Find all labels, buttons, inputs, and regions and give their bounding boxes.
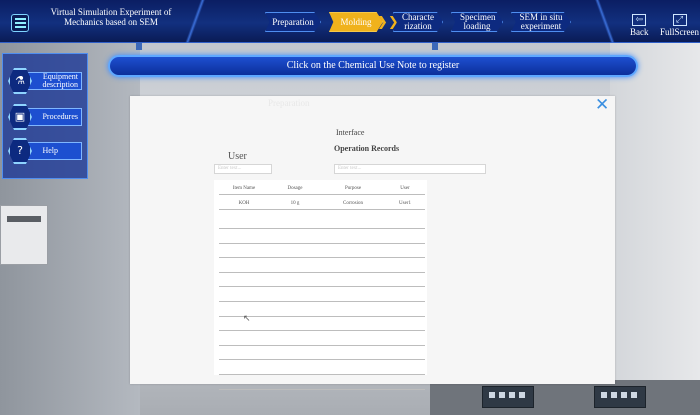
records-input[interactable]: Enter text... [334, 164, 486, 174]
lab-machine [594, 386, 646, 408]
lab-counter [430, 380, 700, 415]
lab-wall-right [610, 40, 700, 415]
back-button[interactable]: ⇦ Back [630, 14, 649, 37]
table-row [219, 333, 425, 346]
fullscreen-icon: ⤢ [672, 14, 687, 26]
column-header: Dosage [287, 185, 303, 191]
sidebar-item-procedures[interactable]: Procedures ▣ [8, 104, 82, 130]
table-row [219, 231, 425, 244]
user-label: User [228, 151, 247, 162]
top-bar: Virtual Simulation Experiment of Mechani… [0, 0, 700, 43]
table-row [219, 347, 425, 361]
column-header: Purpose [344, 185, 362, 191]
mouse-cursor-icon: ↖ [243, 314, 251, 324]
step-characterization[interactable]: Characterization [393, 12, 443, 32]
column-header: Item Name [232, 185, 256, 191]
operation-records-dialog: Preparation ✕ Interface Operation Record… [130, 96, 615, 390]
records-table: Item Name Dosage Purpose User KOH 10 g C… [214, 180, 427, 390]
table-cell: KOH [238, 200, 250, 206]
step-preparation[interactable]: Preparation [265, 12, 321, 32]
table-cell: Corrosion [343, 200, 363, 206]
table-row [219, 274, 425, 288]
user-input[interactable]: Enter text... [214, 164, 272, 174]
interface-label: Interface [336, 128, 365, 137]
table-row: KOH 10 g Corrosion User1 [219, 197, 425, 210]
table-cell: User1 [399, 200, 411, 206]
dialog-ghost-title: Preparation [268, 98, 310, 108]
app-title: Virtual Simulation Experiment of Mechani… [50, 7, 172, 27]
table-cell: 10 g [290, 200, 300, 206]
instruction-banner: Click on the Chemical Use Note to regist… [108, 55, 638, 77]
fullscreen-button[interactable]: ⤢ FullScreen [660, 14, 699, 37]
close-icon[interactable]: ✕ [595, 97, 609, 114]
table-row [219, 245, 425, 259]
sidebar-item-equipment-description[interactable]: Equipment description ⚗ [8, 68, 82, 94]
header-divider [590, 0, 620, 43]
side-panel: Equipment description ⚗ Procedures ▣ Hel… [2, 53, 88, 179]
table-row [219, 216, 425, 229]
header-divider [180, 0, 210, 43]
table-row [219, 289, 425, 302]
column-header: User [400, 185, 410, 191]
records-title: Operation Records [334, 144, 400, 153]
step-sem-in-situ[interactable]: SEM in situ experiment [511, 12, 571, 32]
table-row [219, 362, 425, 375]
step-molding[interactable]: Molding [329, 12, 383, 32]
back-icon: ⇦ [632, 14, 647, 26]
sidebar-item-help[interactable]: Help ? [8, 138, 82, 164]
table-row [219, 377, 425, 390]
wall-cabinet [0, 205, 48, 265]
lab-machine [482, 386, 534, 408]
step-specimen-loading[interactable]: Specimen loading [451, 12, 503, 32]
table-row [219, 260, 425, 273]
menu-icon[interactable] [11, 14, 29, 32]
table-header-row: Item Name Dosage Purpose User [219, 182, 425, 195]
